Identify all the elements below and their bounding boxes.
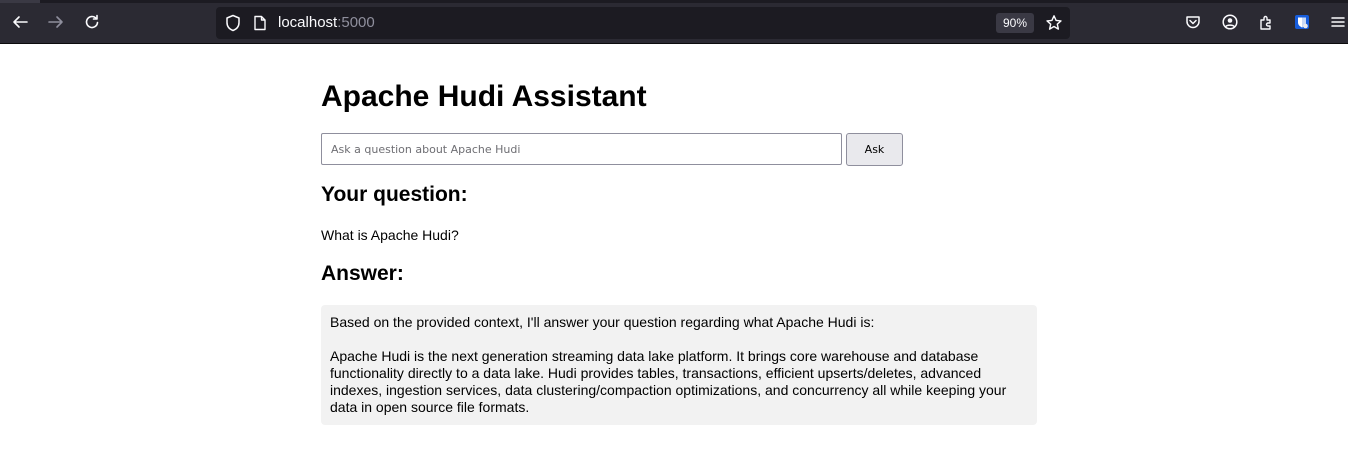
ask-button[interactable]: Ask [846, 133, 903, 166]
answer-line: Apache Hudi is the next generation strea… [330, 348, 979, 364]
question-text: What is Apache Hudi? [321, 227, 459, 243]
url-text[interactable]: localhost:5000 [278, 14, 375, 31]
tab-strip [0, 0, 1348, 3]
answer-line: functionality directly to a data lake. H… [330, 365, 982, 381]
star-icon[interactable] [1044, 13, 1064, 33]
answer-intro: Based on the provided context, I'll answ… [330, 314, 875, 330]
answer-box: Based on the provided context, I'll answ… [321, 305, 1037, 425]
page-icon[interactable] [252, 14, 268, 32]
forward-icon[interactable] [45, 11, 67, 33]
toolbar-divider [0, 43, 1348, 44]
url-bar[interactable]: localhost:5000 90% [216, 7, 1070, 39]
account-icon[interactable] [1221, 13, 1239, 31]
shield-icon[interactable] [224, 14, 242, 32]
answer-heading: Answer: [321, 262, 404, 285]
answer-line: indexes, ingestion services, data cluste… [330, 382, 1007, 398]
zoom-badge[interactable]: 90% [996, 13, 1034, 33]
reload-icon[interactable] [81, 11, 103, 33]
menu-icon[interactable] [1329, 13, 1347, 31]
bitwarden-icon[interactable] [1293, 13, 1311, 31]
tab-strip-segment [0, 0, 40, 3]
question-heading: Your question: [321, 183, 468, 206]
browser-toolbar: localhost:5000 90% [0, 0, 1348, 44]
answer-spacer [330, 331, 1028, 348]
url-host: localhost [278, 14, 338, 31]
pocket-icon[interactable] [1184, 13, 1202, 31]
url-port: :5000 [337, 14, 375, 31]
back-icon[interactable] [9, 11, 31, 33]
answer-line: data in open source file formats. [330, 399, 530, 415]
question-input[interactable] [321, 133, 842, 165]
page-title: Apache Hudi Assistant [321, 80, 647, 113]
extensions-icon[interactable] [1257, 13, 1275, 31]
